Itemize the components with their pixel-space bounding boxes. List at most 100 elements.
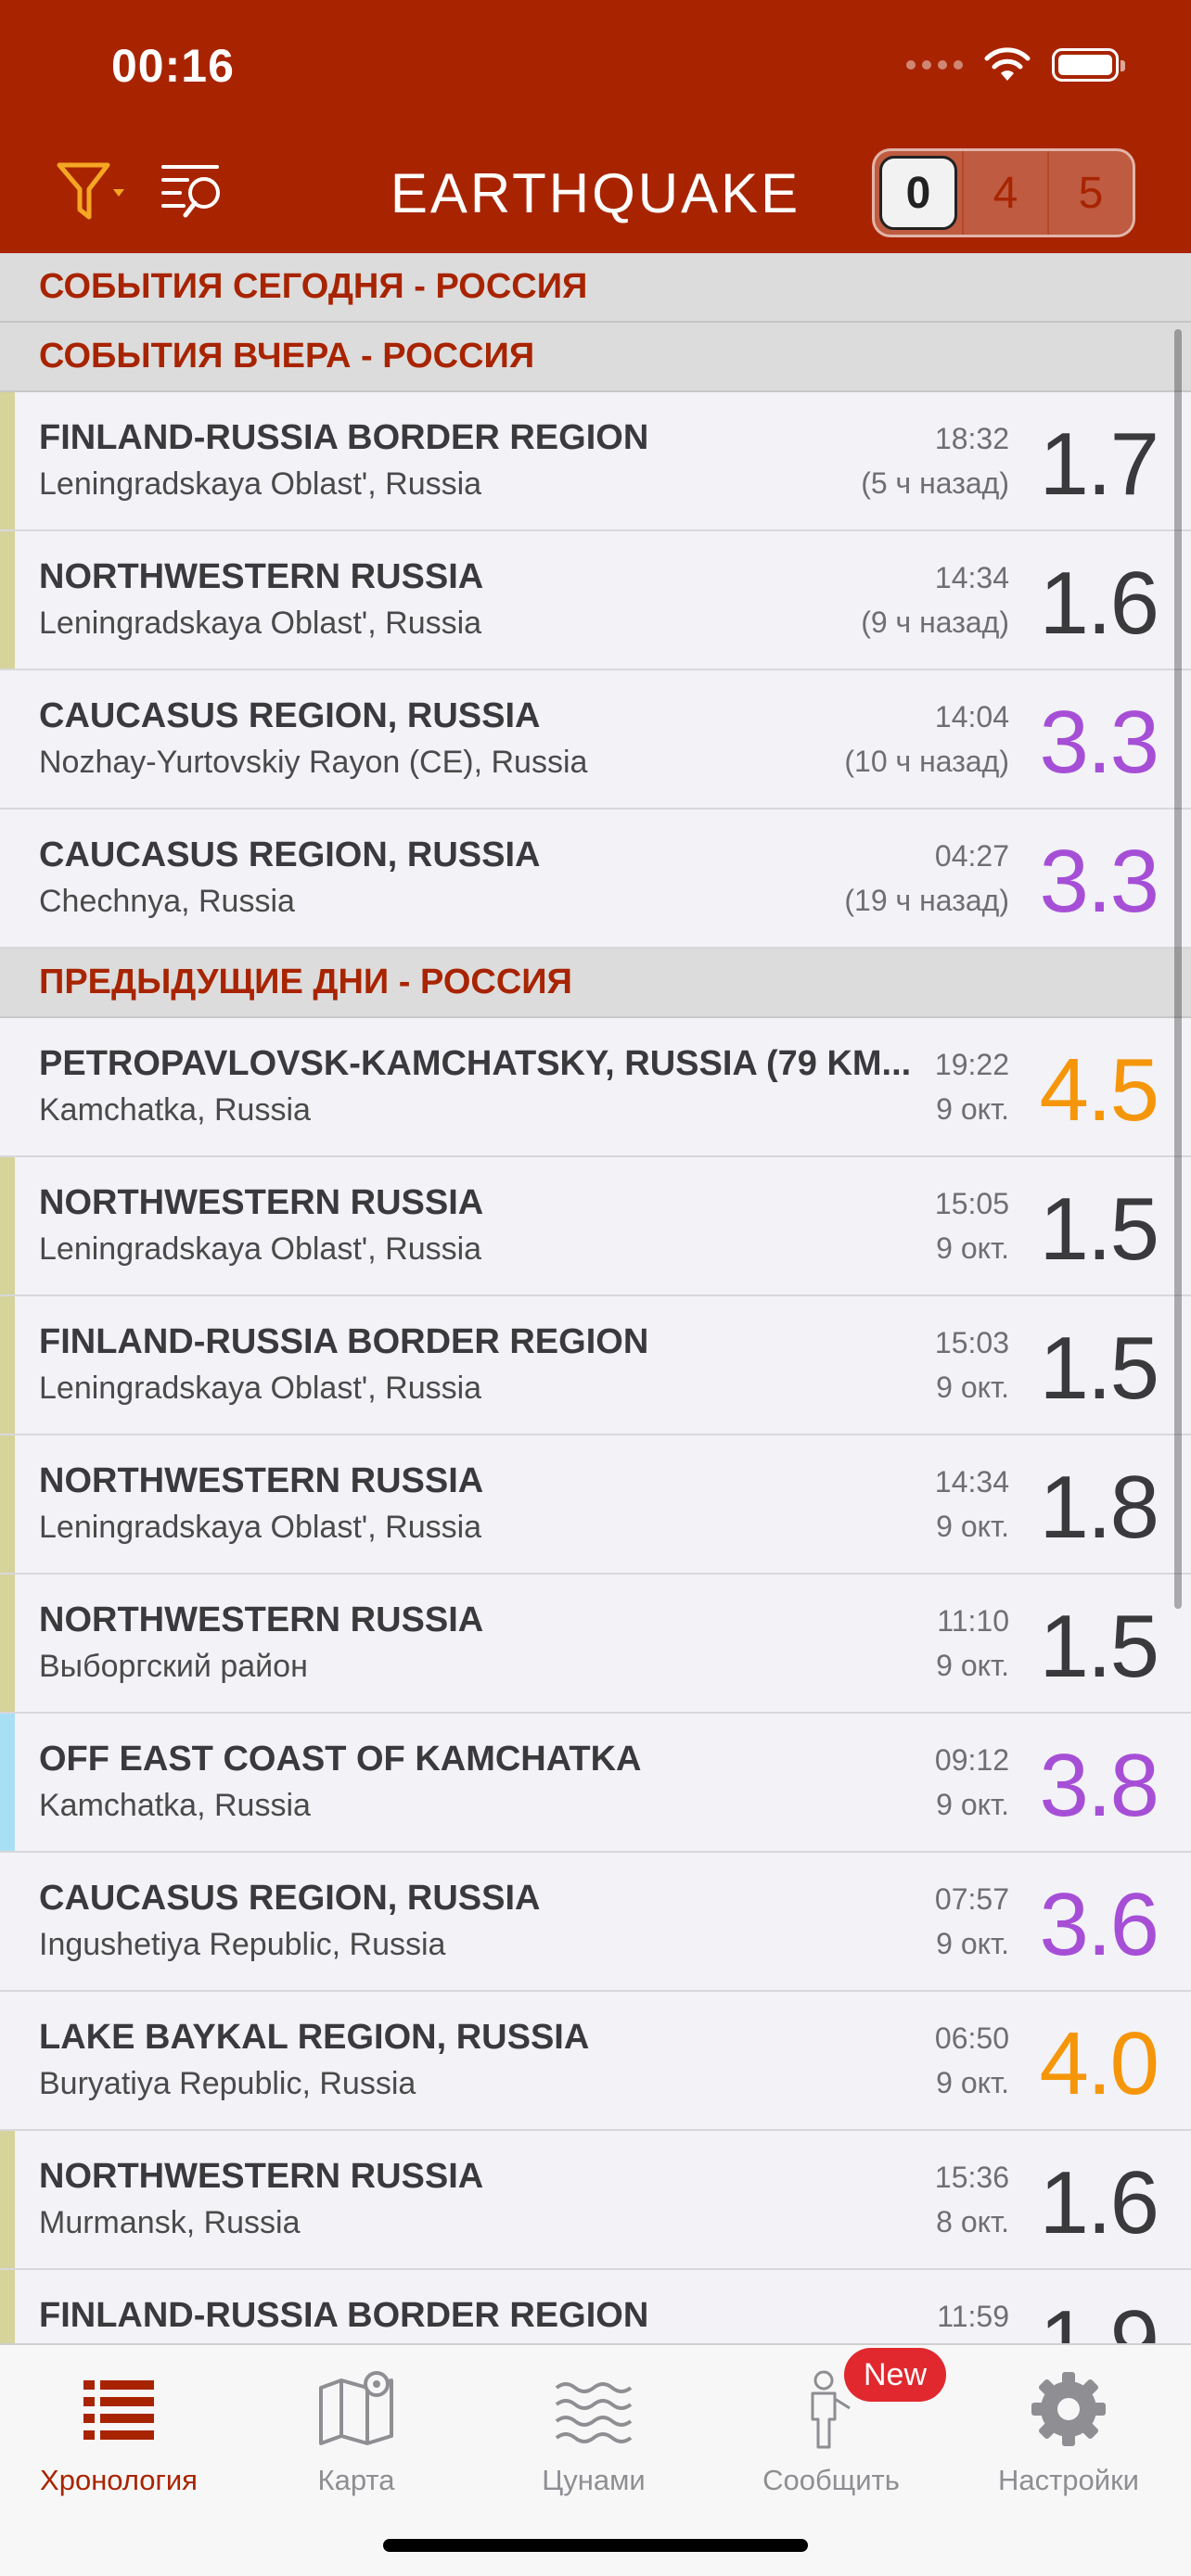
scrollbar[interactable] xyxy=(1174,329,1182,1609)
earthquake-row[interactable]: CAUCASUS REGION, RUSSIA Nozhay-Yurtovskiy… xyxy=(0,670,1191,810)
row-title: NORTHWESTERN RUSSIA xyxy=(39,1461,484,1500)
intensity-bar xyxy=(0,810,15,947)
row-time: 09:12 xyxy=(934,1743,1009,1777)
row-location: Buryatiya Republic, Russia xyxy=(39,2066,416,2101)
earthquake-row[interactable]: FINLAND-RUSSIA BORDER REGION 11:59 1.9 xyxy=(0,2270,1191,2343)
earthquake-row[interactable]: NORTHWESTERN RUSSIA Выборгский район 11:10… xyxy=(0,1575,1191,1714)
row-relative-time: 9 окт. xyxy=(936,1927,1009,1960)
earthquake-row[interactable]: FINLAND-RUSSIA BORDER REGION Leningradska… xyxy=(0,1296,1191,1435)
counter-segment-0[interactable]: 0 xyxy=(879,156,957,230)
row-magnitude: 1.9 xyxy=(1039,2292,1159,2344)
tab-timeline[interactable]: Хронология xyxy=(0,2354,237,2512)
row-title: FINLAND-RUSSIA BORDER REGION xyxy=(39,1322,649,1361)
row-time: 11:10 xyxy=(937,1604,1009,1638)
row-location: Kamchatka, Russia xyxy=(39,1788,311,1823)
row-title: LAKE BAYKAL REGION, RUSSIA xyxy=(39,2018,590,2057)
row-location: Chechnya, Russia xyxy=(39,884,295,919)
earthquake-row[interactable]: OFF EAST COAST OF KAMCHATKA Kamchatka, Ru… xyxy=(0,1714,1191,1853)
row-magnitude: 1.8 xyxy=(1039,1458,1159,1557)
intensity-bar xyxy=(0,1435,15,1573)
intensity-bar xyxy=(0,670,15,808)
row-time: 14:34 xyxy=(934,1465,1009,1498)
row-title: NORTHWESTERN RUSSIA xyxy=(39,1183,484,1222)
row-time: 15:03 xyxy=(934,1326,1009,1359)
row-magnitude: 1.5 xyxy=(1039,1319,1159,1418)
row-relative-time: (19 ч назад) xyxy=(844,884,1009,917)
row-time: 06:50 xyxy=(934,2021,1009,2055)
row-location: Leningradskaya Oblast', Russia xyxy=(39,606,482,641)
intensity-bar xyxy=(0,1296,15,1434)
app-screen: 00:16 EARTHQUAKE 0 4 5 СОБЫТИЯ СЕГОДНЯ -… xyxy=(0,0,1191,2576)
row-magnitude: 3.8 xyxy=(1039,1736,1159,1835)
earthquake-row[interactable]: CAUCASUS REGION, RUSSIA Ingushetiya Repub… xyxy=(0,1853,1191,1992)
waves-icon xyxy=(555,2382,633,2443)
home-indicator[interactable] xyxy=(383,2539,808,2552)
tab-settings[interactable]: Настройки xyxy=(950,2354,1187,2512)
section-header: СОБЫТИЯ ВЧЕРА - РОССИЯ xyxy=(0,323,1191,392)
tab-tsunami[interactable]: Цунами xyxy=(475,2354,712,2512)
row-relative-time: 9 окт. xyxy=(936,1788,1009,1821)
row-location: Leningradskaya Oblast', Russia xyxy=(39,1231,482,1267)
row-location: Leningradskaya Oblast', Russia xyxy=(39,1371,482,1406)
row-title: NORTHWESTERN RUSSIA xyxy=(39,557,484,596)
row-relative-time: 9 окт. xyxy=(936,1092,1009,1126)
row-time: 15:05 xyxy=(934,1187,1009,1220)
row-location: Murmansk, Russia xyxy=(39,2205,301,2240)
tab-label: Цунами xyxy=(542,2464,646,2496)
nav-bar: EARTHQUAKE 0 4 5 xyxy=(0,148,1191,237)
row-title: OFF EAST COAST OF KAMCHATKA xyxy=(39,1740,642,1779)
earthquake-row[interactable]: NORTHWESTERN RUSSIA Leningradskaya Oblast… xyxy=(0,1157,1191,1296)
intensity-bar xyxy=(0,392,15,529)
status-time: 00:16 xyxy=(111,40,235,92)
row-location: Выборгский район xyxy=(39,1649,308,1684)
intensity-bar xyxy=(0,1157,15,1294)
row-title: NORTHWESTERN RUSSIA xyxy=(39,1600,484,1639)
counter-segment-2[interactable]: 5 xyxy=(1047,151,1133,235)
list-icon xyxy=(83,2380,154,2440)
row-magnitude: 3.6 xyxy=(1039,1875,1159,1974)
row-title: FINLAND-RUSSIA BORDER REGION xyxy=(39,418,649,457)
row-magnitude: 3.3 xyxy=(1039,832,1159,931)
row-title: CAUCASUS REGION, RUSSIA xyxy=(39,1879,541,1918)
earthquake-row[interactable]: PETROPAVLOVSK-KAMCHATSKY, RUSSIA (79 KM.… xyxy=(0,1018,1191,1157)
row-relative-time: 9 окт. xyxy=(936,1510,1009,1543)
tab-label: Хронология xyxy=(40,2464,198,2496)
row-relative-time: 9 окт. xyxy=(936,2066,1009,2099)
earthquake-row[interactable]: LAKE BAYKAL REGION, RUSSIA Buryatiya Repu… xyxy=(0,1992,1191,2131)
row-relative-time: 9 окт. xyxy=(936,1371,1009,1404)
row-magnitude: 1.5 xyxy=(1039,1597,1159,1696)
cellular-signal-icon xyxy=(906,60,963,70)
row-title: CAUCASUS REGION, RUSSIA xyxy=(39,835,541,874)
row-time: 15:36 xyxy=(934,2161,1009,2194)
intensity-bar xyxy=(0,2270,15,2343)
earthquake-row[interactable]: NORTHWESTERN RUSSIA Murmansk, Russia 15:36… xyxy=(0,2131,1191,2270)
gear-icon xyxy=(1031,2372,1106,2446)
earthquake-row[interactable]: FINLAND-RUSSIA BORDER REGION Leningradska… xyxy=(0,392,1191,531)
row-relative-time: 9 окт. xyxy=(936,1649,1009,1682)
counter-segment-1[interactable]: 4 xyxy=(962,151,1047,235)
row-magnitude: 4.0 xyxy=(1039,2014,1159,2113)
row-relative-time: 9 окт. xyxy=(936,1231,1009,1265)
intensity-bar xyxy=(0,1992,15,2129)
tab-map[interactable]: Карта xyxy=(237,2354,475,2512)
row-title: CAUCASUS REGION, RUSSIA xyxy=(39,696,541,735)
earthquake-row[interactable]: CAUCASUS REGION, RUSSIA Chechnya, Russia 0… xyxy=(0,810,1191,949)
earthquake-row[interactable]: NORTHWESTERN RUSSIA Leningradskaya Oblast… xyxy=(0,531,1191,670)
earthquake-row[interactable]: NORTHWESTERN RUSSIA Leningradskaya Oblast… xyxy=(0,1435,1191,1575)
row-location: Kamchatka, Russia xyxy=(39,1092,311,1128)
section-header: СОБЫТИЯ СЕГОДНЯ - РОССИЯ xyxy=(0,253,1191,323)
row-location: Leningradskaya Oblast', Russia xyxy=(39,466,482,502)
row-relative-time: (9 ч назад) xyxy=(861,606,1009,639)
row-title: NORTHWESTERN RUSSIA xyxy=(39,2157,484,2196)
map-icon xyxy=(319,2371,393,2445)
row-time: 07:57 xyxy=(934,1882,1009,1916)
magnitude-counter[interactable]: 0 4 5 xyxy=(872,148,1135,237)
intensity-bar xyxy=(0,1018,15,1155)
row-time: 14:04 xyxy=(934,700,1009,733)
earthquake-list[interactable]: СОБЫТИЯ СЕГОДНЯ - РОССИЯ СОБЫТИЯ ВЧЕРА - … xyxy=(0,253,1191,2343)
row-location: Leningradskaya Oblast', Russia xyxy=(39,1510,482,1545)
intensity-bar xyxy=(0,531,15,669)
row-magnitude: 1.5 xyxy=(1039,1180,1159,1279)
row-relative-time: (5 ч назад) xyxy=(861,466,1009,500)
intensity-bar xyxy=(0,1714,15,1851)
